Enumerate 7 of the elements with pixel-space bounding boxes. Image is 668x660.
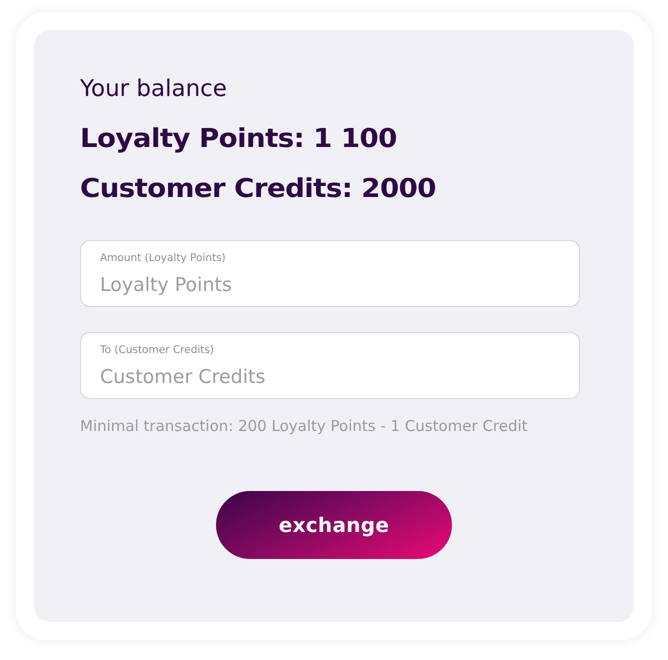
field-label: Amount (Loyalty Points) (100, 251, 226, 265)
hint-text: Minimal transaction: 200 Loyalty Points - 1 Customer Credit (80, 417, 529, 435)
exchange-button[interactable]: exchange (216, 491, 452, 559)
balance-heading: Your balance (80, 75, 228, 104)
field-label: To (Customer Credits) (100, 343, 214, 357)
balance-amount: Customer Credits: 2000 (80, 173, 436, 206)
balance-amount: Loyalty Points: 1 100 (80, 123, 397, 156)
